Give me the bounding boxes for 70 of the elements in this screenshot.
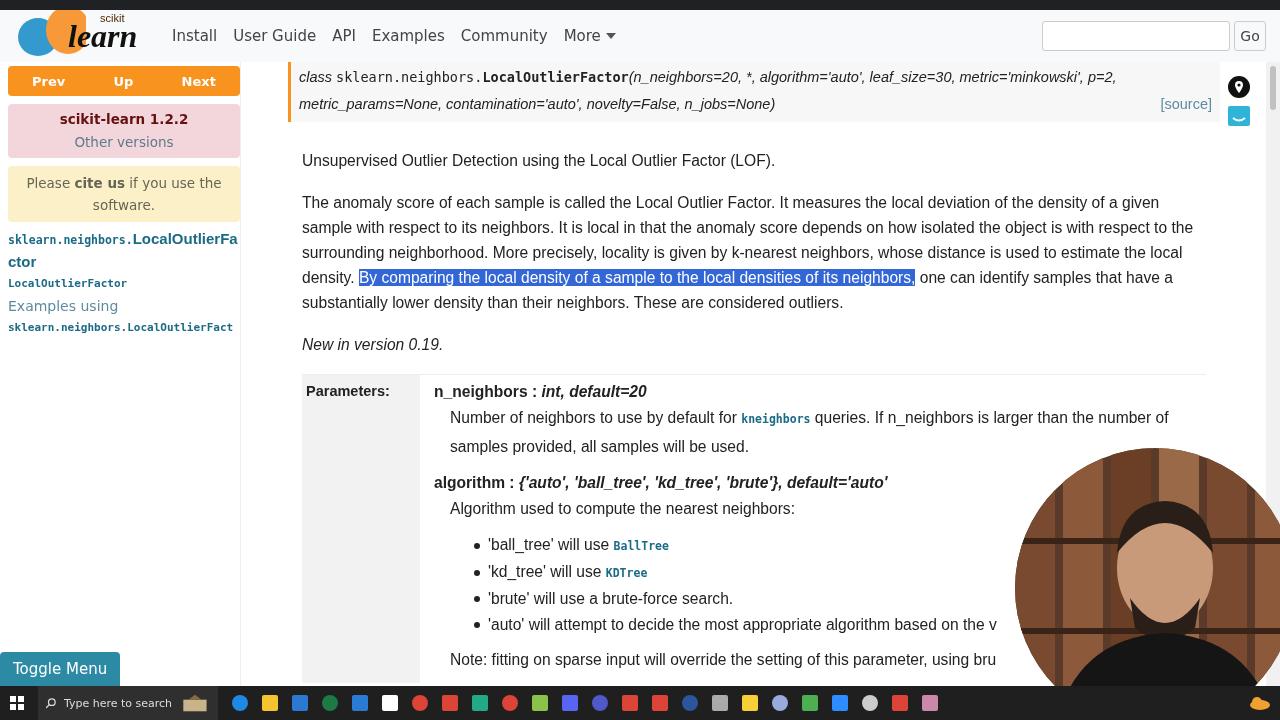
nav-link[interactable]: Examples (371, 27, 445, 45)
app-icon (772, 695, 788, 711)
app-icon (562, 695, 578, 711)
app-icon (262, 695, 278, 711)
nav-link[interactable]: User Guide (233, 27, 317, 45)
cite-text: Please cite us if you use the software. (25, 174, 223, 215)
source-link[interactable]: [source] (1160, 91, 1212, 118)
app-icon (352, 695, 368, 711)
version-note: New in version 0.19. (302, 335, 445, 355)
parameter-name: algorithm : {'auto', 'ball_tree', 'kd_tree', 'brute'}, default='auto' (434, 473, 889, 493)
app-icon (712, 695, 728, 711)
windows-logo-icon (10, 696, 24, 710)
app-icon (502, 695, 518, 711)
bullet-icon (474, 622, 480, 628)
list-item-text: 'brute' will use a brute-force search. (488, 589, 734, 609)
building-icon (180, 693, 210, 713)
list-item-text: 'ball_tree' will use BallTree (488, 535, 669, 555)
app-icon (292, 695, 308, 711)
toggle-menu-button[interactable]: Toggle Menu (0, 652, 121, 686)
code-link[interactable]: BallTree (613, 539, 669, 553)
parameter-name: n_neighbors : int, default=20 (434, 382, 648, 402)
toc-link[interactable]: LocalOutlierFactor (8, 273, 128, 295)
pin-icon (1228, 76, 1250, 98)
description-text: The anomaly score of each sample is called the Local Outlier Factor. It measures the local deviation of the density of a given sample with respect to its neighbors. It is local in that the anomaly score depends on how isolated the object is with respect to the surrounding neighborhood. More precisely, locality is given by k-nearest neighbors, whose distance is used to estimate the local density. By comparing the local density of a sample to the local densities of its neighbors, one can identify samples that have a substantially lower density than their neighbors. These are considered outliers. (302, 193, 1195, 313)
bullet-icon (474, 596, 480, 602)
list-item-text: 'kd_tree' will use KDTree (488, 562, 648, 582)
list-item-text: 'auto' will attempt to decide the most appropriate algorithm based on the v (488, 615, 997, 635)
bullet-icon (474, 542, 480, 549)
app-icon (742, 695, 758, 711)
app-icon (472, 695, 488, 711)
app-icon (412, 695, 428, 711)
caret-icon (605, 33, 616, 39)
code-link[interactable]: KDTree (605, 566, 648, 580)
app-icon (232, 695, 248, 711)
app-icon (922, 695, 938, 711)
app-icon (682, 695, 698, 711)
app-icon (382, 695, 398, 711)
app-icon (652, 695, 668, 711)
note-text: Note: fitting on sparse input will override the setting of this parameter, using bru (450, 650, 998, 670)
app-icon (442, 695, 458, 711)
app-icon (532, 695, 548, 711)
nav-link[interactable]: Install (172, 27, 218, 45)
extension-icon (1228, 106, 1250, 126)
app-icon (322, 695, 338, 711)
signature-text: class sklearn.neighbors.LocalOutlierFactor(n_neighbors=20, *, algorithm='auto', leaf_size=30, metric='minkowski', p=2, metric_params=None, contamination='auto', novelty=False, n_jobs=None) (299, 68, 1118, 114)
toc-link[interactable]: sklearn.neighbors.LocalOutlierFactor (8, 228, 240, 273)
version-title: scikit-learn 1.2.2 (59, 110, 189, 129)
go-button[interactable]: Go (1234, 21, 1266, 51)
toc-link[interactable]: Examples using (8, 295, 119, 317)
app-icon (862, 695, 878, 711)
code-link[interactable]: kneighbors (741, 412, 811, 426)
app-icon (892, 695, 908, 711)
app-icon (592, 695, 608, 711)
app-icon (802, 695, 818, 711)
app-icon (832, 695, 848, 711)
search-field[interactable] (1042, 21, 1230, 51)
dropdown-menu[interactable]: More (563, 27, 616, 45)
toc-link[interactable]: sklearn.neighbors.LocalOutlierFact (8, 317, 234, 339)
nav-link[interactable]: API (332, 27, 356, 45)
summary-text: Unsupervised Outlier Detection using the Local Outlier Factor (LOF). (302, 151, 777, 171)
weather-icon (1250, 696, 1270, 710)
taskbar-search-field[interactable]: Type here to search (38, 686, 218, 720)
parameters-label: Parameters: (302, 375, 420, 683)
app-icon (622, 695, 638, 711)
versions-link[interactable]: Other versions (74, 131, 174, 154)
parameter-description: Algorithm used to compute the nearest neighbors: (450, 499, 796, 519)
parameter-description: Number of neighbors to use by default for kneighbors queries. If n_neighbors is larger than the number of samples provided, all samples will be used. (450, 408, 1170, 457)
search-icon (46, 697, 56, 709)
bullet-icon (474, 569, 480, 576)
nav-link[interactable]: Community (460, 27, 548, 45)
